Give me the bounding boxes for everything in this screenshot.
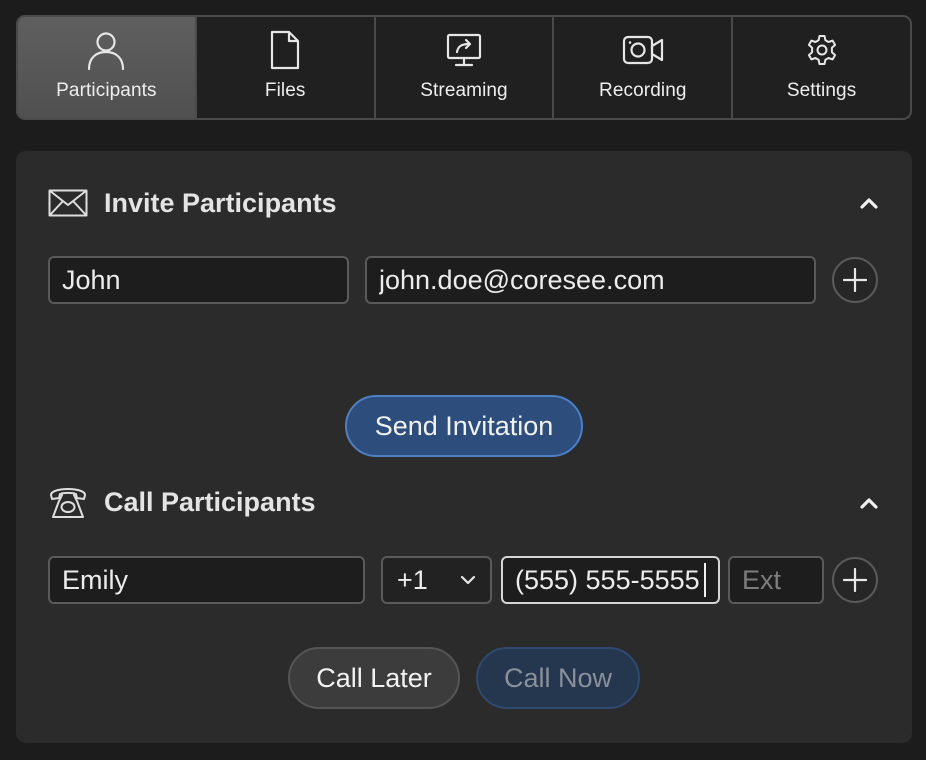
call-section-title: Call Participants [104, 486, 316, 517]
tab-label: Settings [786, 80, 857, 101]
call-now-button[interactable]: Call Now [476, 647, 640, 709]
tab-label: Streaming [420, 80, 508, 101]
video-camera-icon [621, 30, 665, 70]
tab-label: Participants [56, 80, 157, 101]
call-now-label: Call Now [503, 662, 613, 693]
send-invitation-button[interactable]: Send Invitation [345, 395, 583, 457]
gear-icon [800, 30, 844, 70]
call-section-header: Call Participants [48, 482, 316, 522]
tab-label: Recording [599, 80, 687, 101]
chevron-up-icon [860, 498, 878, 509]
extension-input[interactable] [728, 556, 824, 604]
tab-files[interactable]: Files [194, 17, 374, 118]
add-callee-button[interactable] [832, 557, 878, 603]
call-name-input[interactable] [48, 556, 365, 604]
tab-bar: Participants Files Streaming Recording S… [16, 15, 912, 120]
plus-icon [843, 268, 867, 292]
invite-section-title: Invite Participants [104, 187, 337, 218]
add-invitee-button[interactable] [832, 257, 878, 303]
chevron-down-icon [460, 575, 476, 585]
tab-participants[interactable]: Participants [18, 17, 195, 118]
person-icon [84, 30, 128, 70]
tab-recording[interactable]: Recording [552, 17, 731, 118]
invite-email-input[interactable] [365, 256, 816, 304]
phone-number-input[interactable] [501, 556, 720, 604]
call-later-label: Call Later [316, 662, 432, 693]
country-code-select[interactable]: +1 [381, 556, 492, 604]
screen-share-icon [442, 30, 486, 70]
chevron-up-icon [860, 198, 878, 209]
participants-panel: Invite Participants Send Invitation Call… [16, 151, 912, 743]
tab-label: Files [264, 80, 306, 101]
country-code-value: +1 [397, 564, 428, 595]
tab-streaming[interactable]: Streaming [373, 17, 553, 118]
call-collapse-button[interactable] [856, 490, 882, 516]
envelope-icon [48, 183, 88, 223]
invite-section-header: Invite Participants [48, 183, 337, 223]
call-later-button[interactable]: Call Later [288, 647, 460, 709]
tab-settings[interactable]: Settings [731, 17, 910, 118]
invite-collapse-button[interactable] [856, 190, 882, 216]
send-invitation-label: Send Invitation [374, 410, 554, 441]
file-icon [263, 30, 307, 70]
plus-icon [843, 568, 867, 592]
invite-name-input[interactable] [48, 256, 349, 304]
telephone-icon [48, 482, 88, 522]
text-cursor [704, 563, 706, 597]
